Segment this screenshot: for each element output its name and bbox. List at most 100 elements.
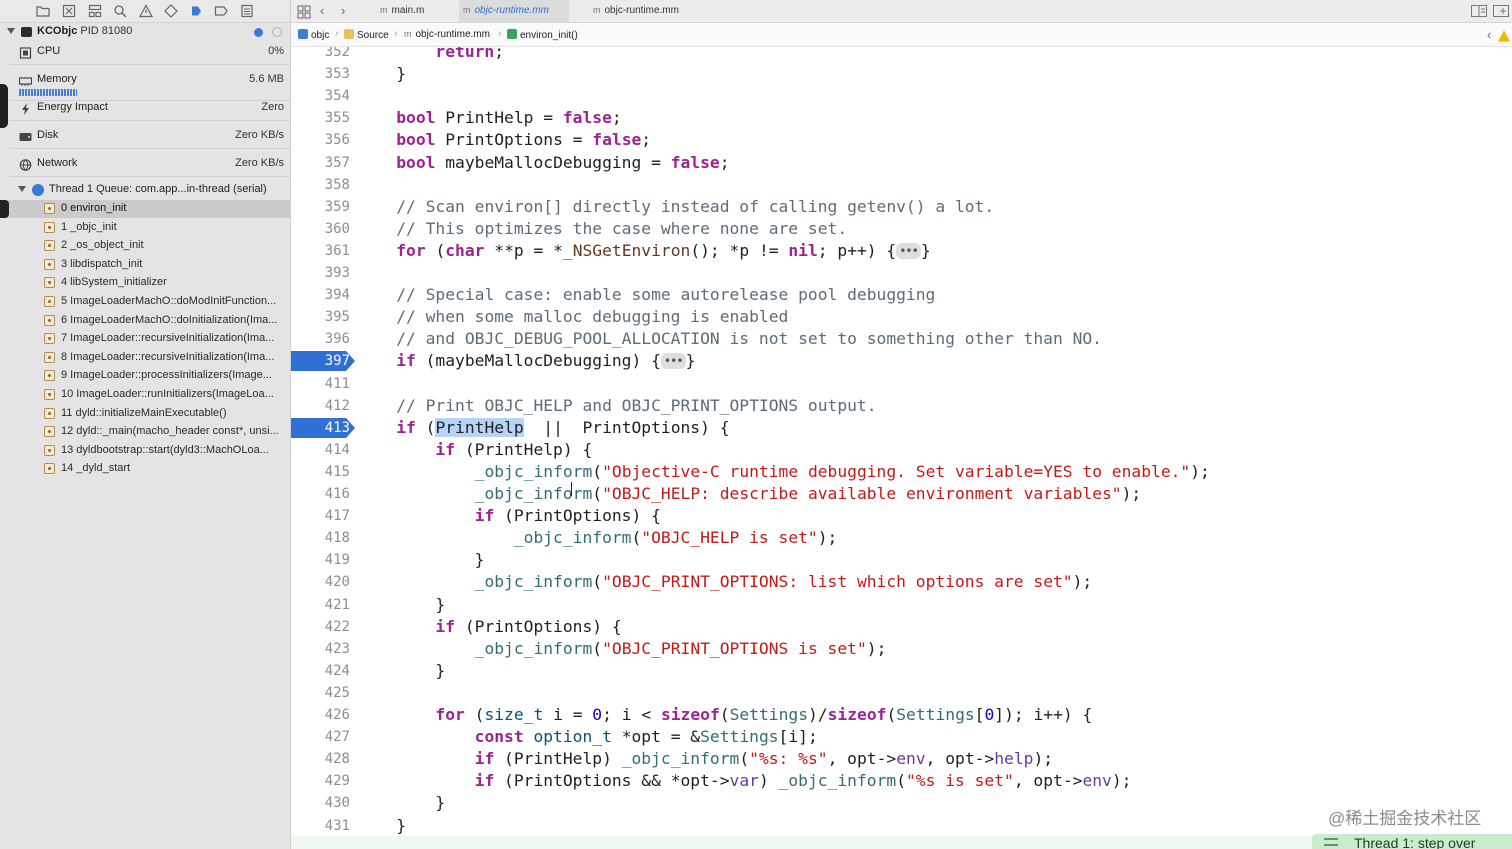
line-number[interactable]: 356 (291, 129, 350, 151)
line-number[interactable]: 359 (291, 196, 350, 218)
chevron-right-icon: › (335, 28, 339, 39)
back-arrow-icon[interactable]: ‹ (320, 3, 324, 18)
divider (10, 176, 290, 177)
folder-icon[interactable] (36, 4, 50, 18)
line-number[interactable]: 358 (291, 174, 350, 196)
gauge-memory[interactable]: Memory 5.6 MB (0, 71, 290, 89)
line-number[interactable]: 357 (291, 152, 350, 174)
gauge-network[interactable]: Network Zero KB/s (0, 155, 290, 173)
chevron-left-icon[interactable]: ‹ (1487, 27, 1491, 42)
line-number[interactable]: 396 (291, 328, 350, 350)
line-number[interactable]: 428 (291, 748, 350, 770)
line-number[interactable]: 412 (291, 395, 350, 417)
line-number[interactable]: 427 (291, 726, 350, 748)
debug-navigator-icon[interactable] (189, 4, 203, 18)
breadcrumb-function[interactable]: environ_init() (507, 29, 578, 41)
line-number[interactable]: 421 (291, 594, 350, 616)
source-control-icon[interactable] (62, 4, 76, 18)
line-number[interactable]: 426 (291, 704, 350, 726)
tab-main-m[interactable]: m main.m (375, 0, 455, 23)
line-number[interactable]: 423 (291, 638, 350, 660)
stack-frame-row[interactable]: 13 dyldbootstrap::start(dyld3::MachOLoa.… (0, 442, 290, 460)
globe-icon (19, 158, 32, 171)
stack-frame-row[interactable]: 0 environ_init (0, 200, 290, 218)
stack-frame-row[interactable]: 14 _dyld_start (0, 460, 290, 478)
line-number[interactable]: 394 (291, 284, 350, 306)
stack-frame-row[interactable]: 4 libSystem_initializer (0, 274, 290, 292)
gauge-cpu[interactable]: CPU 0% (0, 43, 290, 61)
breadcrumb-project[interactable]: objc (298, 29, 329, 41)
line-number[interactable]: 424 (291, 660, 350, 682)
disclosure-triangle-icon[interactable] (18, 186, 26, 192)
stack-frame-row[interactable]: 12 dyld::_main(macho_header const*, unsi… (0, 423, 290, 441)
line-number[interactable]: 355 (291, 107, 350, 129)
stack-frame-row[interactable]: 9 ImageLoader::processInitializers(Image… (0, 367, 290, 385)
stack-frame-row[interactable]: 11 dyld::initializeMainExecutable() (0, 405, 290, 423)
line-number[interactable]: 418 (291, 527, 350, 549)
report-navigator-icon[interactable] (240, 4, 254, 18)
breadcrumb-folder[interactable]: Source (344, 29, 389, 41)
line-number[interactable]: 397 (291, 350, 350, 372)
line-number[interactable]: 361 (291, 240, 350, 262)
line-number[interactable]: 393 (291, 262, 350, 284)
breadcrumb-file[interactable]: m objc-runtime.mm (404, 29, 490, 40)
test-diamond-icon[interactable] (164, 4, 178, 18)
process-row[interactable]: KCObjc PID 81080 (0, 23, 290, 41)
stack-frame-icon (44, 258, 55, 270)
breakpoint-navigator-icon[interactable] (214, 4, 228, 18)
line-number[interactable]: 419 (291, 549, 350, 571)
panel-drag-handle[interactable] (0, 84, 8, 128)
stack-frame-row[interactable]: 10 ImageLoader::runInitializers(ImageLoa… (0, 386, 290, 404)
stack-frame-row[interactable]: 6 ImageLoaderMachO::doInitialization(Ima… (0, 312, 290, 330)
app-icon (21, 27, 32, 37)
line-number[interactable]: 411 (291, 373, 350, 395)
code-line: 419 } (291, 549, 1512, 571)
source-editor[interactable]: 352 return; 353 } 354 355 bool PrintHelp = … (291, 47, 1512, 849)
stack-frame-row[interactable]: 7 ImageLoader::recursiveInitialization(I… (0, 330, 290, 348)
filter-icon[interactable] (272, 27, 282, 37)
search-icon[interactable] (113, 4, 127, 18)
line-number[interactable]: 414 (291, 439, 350, 461)
gauge-energy[interactable]: Energy Impact Zero (0, 99, 290, 117)
stack-frame-icon (44, 221, 55, 233)
code-text: for (char **p = *_NSGetEnviron(); *p != … (396, 240, 931, 260)
disclosure-triangle-icon[interactable] (7, 28, 15, 34)
symbol-navigator-icon[interactable] (88, 4, 102, 18)
line-number[interactable]: 415 (291, 461, 350, 483)
gauge-disk[interactable]: Disk Zero KB/s (0, 127, 290, 145)
stack-frame-row[interactable]: 1 _objc_init (0, 219, 290, 237)
stack-frame-row[interactable]: 8 ImageLoader::recursiveInitialization(I… (0, 349, 290, 367)
line-number[interactable]: 416 (291, 483, 350, 505)
thread-status-indicator[interactable]: Thread 1: step over (1312, 834, 1512, 849)
issue-warning-icon[interactable] (139, 4, 153, 18)
line-number[interactable]: 430 (291, 792, 350, 814)
stack-frame-row[interactable]: 2 _os_object_init (0, 237, 290, 255)
code-line: 359 // Scan environ[] directly instead o… (291, 196, 1512, 218)
code-text: } (357, 64, 407, 84)
line-number[interactable]: 429 (291, 770, 350, 792)
tab-objc-runtime-active[interactable]: m objc-runtime.mm (459, 0, 569, 23)
line-number[interactable]: 425 (291, 682, 350, 704)
line-number[interactable]: 413 (291, 417, 350, 439)
line-number[interactable]: 422 (291, 616, 350, 638)
selected-text: PrintHelp (435, 417, 524, 437)
stack-frame-row[interactable]: 3 libdispatch_init (0, 256, 290, 274)
line-number[interactable]: 417 (291, 505, 350, 527)
thread-row[interactable]: Thread 1 Queue: com.app...in-thread (ser… (0, 181, 290, 199)
grid-icon[interactable] (297, 5, 311, 19)
stack-frame-row[interactable]: 5 ImageLoaderMachO::doModInitFunction... (0, 293, 290, 311)
warning-icon[interactable] (1497, 29, 1511, 43)
line-number[interactable]: 352 (291, 47, 350, 63)
tab-objc-runtime[interactable]: m objc-runtime.mm (589, 0, 709, 23)
line-number[interactable]: 353 (291, 63, 350, 85)
editor-options-icon[interactable] (1471, 4, 1487, 18)
line-number[interactable]: 354 (291, 85, 350, 107)
forward-arrow-icon[interactable]: › (341, 3, 345, 18)
line-number[interactable]: 431 (291, 815, 350, 837)
line-number[interactable]: 420 (291, 571, 350, 593)
line-number[interactable]: 360 (291, 218, 350, 240)
line-number[interactable]: 395 (291, 306, 350, 328)
stack-frame-icon (44, 296, 55, 307)
gauge-label: Energy Impact (37, 101, 108, 113)
add-editor-icon[interactable] (1493, 4, 1509, 18)
